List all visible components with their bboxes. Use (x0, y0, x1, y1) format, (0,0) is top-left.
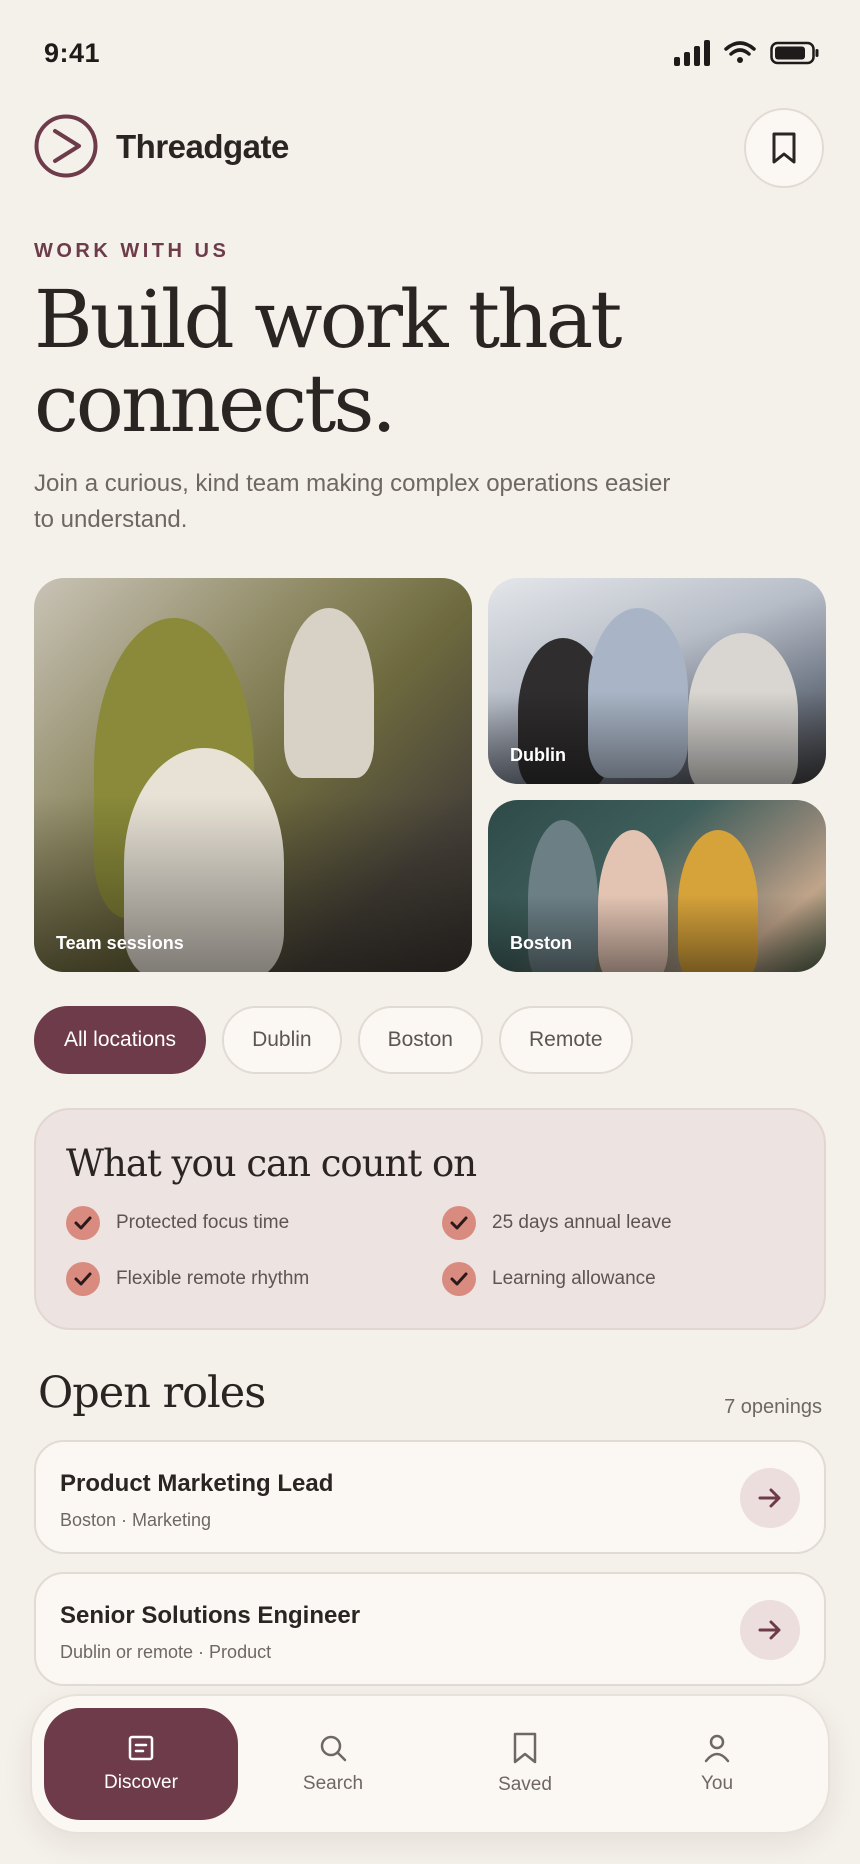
check-icon (442, 1206, 476, 1240)
photo-caption: Dublin (510, 745, 566, 765)
role-meta: Dublin or remote · Product (60, 1642, 272, 1662)
check-icon (66, 1262, 100, 1296)
bookmark-icon (772, 132, 796, 164)
nav-discover[interactable]: Discover (44, 1708, 238, 1820)
benefit-label: Flexible remote rhythm (116, 1268, 310, 1289)
role-meta: Boston · Marketing (60, 1510, 212, 1530)
status-icons (674, 40, 820, 66)
app-header: Threadgate (34, 108, 824, 196)
photo-team-sessions[interactable]: Team sessions (34, 578, 472, 972)
bookmark-icon (513, 1732, 537, 1764)
filter-remote[interactable]: Remote (499, 1006, 633, 1074)
hero-eyebrow: WORK WITH US (34, 240, 230, 262)
hero-title-line1: Build work that (34, 273, 622, 366)
nav-label: Saved (498, 1774, 552, 1795)
brand-name: Threadgate (116, 128, 289, 165)
benefit-label: Learning allowance (492, 1268, 656, 1289)
roles-title: Open roles (38, 1368, 266, 1418)
nav-label: Search (302, 1773, 364, 1794)
location-filters: All locations Dublin Boston Remote (34, 1006, 633, 1074)
document-icon (128, 1735, 154, 1761)
logo-icon (34, 114, 98, 178)
nav-label: Discover (104, 1772, 178, 1793)
bottom-nav: Discover Search Saved You (30, 1694, 830, 1834)
check-icon (66, 1206, 100, 1240)
role-title: Senior Solutions Engineer (60, 1602, 361, 1629)
photo-caption: Team sessions (56, 933, 184, 953)
check-icon (442, 1262, 476, 1296)
roles-count: 7 openings (724, 1396, 822, 1418)
benefit-item: 25 days annual leave (442, 1206, 672, 1240)
photo-boston[interactable]: Boston (488, 800, 826, 972)
status-time: 9:41 (44, 38, 101, 68)
filter-boston[interactable]: Boston (357, 1006, 483, 1074)
hero-title: Build work that connects. (34, 278, 794, 446)
benefit-item: Protected focus time (66, 1206, 289, 1240)
role-card[interactable]: Product Marketing Lead Boston · Marketin… (34, 1440, 826, 1554)
benefit-label: 25 days annual leave (492, 1212, 672, 1233)
role-open-button[interactable] (740, 1600, 800, 1660)
benefit-item: Learning allowance (442, 1262, 656, 1296)
arrow-right-icon (758, 1488, 781, 1508)
photo-dublin[interactable]: Dublin (488, 578, 826, 784)
bookmark-button[interactable] (744, 108, 824, 188)
signal-icon (674, 40, 710, 66)
nav-search[interactable]: Search (236, 1708, 430, 1820)
photo-caption: Boston (510, 933, 572, 953)
nav-label: You (700, 1773, 734, 1794)
benefit-label: Protected focus time (116, 1212, 290, 1233)
role-card[interactable]: Senior Solutions Engineer Dublin or remo… (34, 1572, 826, 1686)
nav-you[interactable]: You (620, 1708, 814, 1820)
role-open-button[interactable] (740, 1468, 800, 1528)
wifi-icon (724, 41, 756, 63)
status-bar: 9:41 (0, 0, 860, 100)
hero-title-line2: connects. (34, 357, 397, 450)
role-title: Product Marketing Lead (60, 1470, 334, 1497)
benefit-item: Flexible remote rhythm (66, 1262, 309, 1296)
nav-saved[interactable]: Saved (428, 1708, 622, 1820)
battery-icon (770, 41, 819, 65)
person-icon (704, 1734, 730, 1763)
search-icon (320, 1735, 347, 1762)
arrow-right-icon (758, 1620, 781, 1640)
filter-all-locations[interactable]: All locations (34, 1006, 207, 1074)
benefits-title: What you can count on (66, 1142, 477, 1185)
hero-subtitle: Join a curious, kind team making complex… (34, 470, 671, 533)
benefits-card: What you can count on Protected focus ti… (34, 1108, 826, 1330)
filter-dublin[interactable]: Dublin (222, 1006, 342, 1074)
